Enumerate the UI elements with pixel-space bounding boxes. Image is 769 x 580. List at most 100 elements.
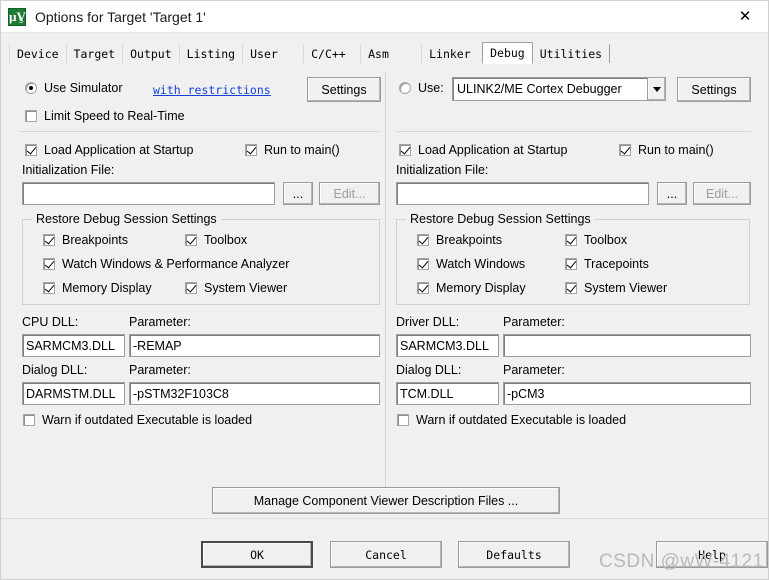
debugger-select[interactable]: ULINK2/ME Cortex Debugger [452, 77, 666, 101]
checkbox-indicator [43, 258, 55, 270]
restore-system-viewer-right[interactable]: System Viewer [565, 281, 667, 295]
restore-breakpoints-right[interactable]: Breakpoints [417, 233, 502, 247]
restore-toolbox-right[interactable]: Toolbox [565, 233, 627, 247]
restore-session-title-right: Restore Debug Session Settings [406, 212, 595, 226]
ok-button[interactable]: OK [201, 541, 313, 568]
restore-memory-display-right[interactable]: Memory Display [417, 281, 526, 295]
restore-item-label: Memory Display [436, 281, 526, 295]
run-to-main-checkbox-left[interactable]: Run to main() [245, 143, 340, 157]
dialog-dll-input-right[interactable]: TCM.DLL [396, 382, 499, 405]
dialog-dll-input-left[interactable]: DARMSTM.DLL [22, 382, 125, 405]
left-separator [19, 131, 379, 132]
tab-target[interactable]: Target [65, 44, 124, 63]
cpu-dll-label: CPU DLL: [22, 315, 79, 329]
checkbox-indicator [43, 234, 55, 246]
window-title: Options for Target 'Target 1' [35, 8, 206, 25]
restore-item-label: Toolbox [204, 233, 248, 247]
driver-dll-input[interactable]: SARMCM3.DLL [396, 334, 499, 357]
close-icon[interactable]: ✕ [722, 1, 768, 31]
restore-item-label: Memory Display [62, 281, 152, 295]
tab-c-cpp[interactable]: C/C++ [303, 44, 362, 63]
initialization-file-input-right[interactable] [396, 182, 649, 205]
driver-dll-label: Driver DLL: [396, 315, 460, 329]
checkbox-indicator [397, 414, 409, 426]
checkbox-indicator [25, 110, 37, 122]
restore-item-label: Breakpoints [62, 233, 129, 247]
tab-debug[interactable]: Debug [482, 42, 533, 64]
use-debugger-label: Use: [418, 81, 444, 95]
title-bar: µV 5 Options for Target 'Target 1' ✕ [1, 1, 768, 33]
defaults-button[interactable]: Defaults [458, 541, 570, 568]
restore-tracepoints-right[interactable]: Tracepoints [565, 257, 649, 271]
cancel-button[interactable]: Cancel [330, 541, 442, 568]
driver-parameter-label: Parameter: [503, 315, 565, 329]
initialization-file-label-right: Initialization File: [396, 163, 489, 177]
radio-indicator [399, 82, 411, 94]
dialog-parameter-label-left: Parameter: [129, 363, 191, 377]
load-application-checkbox-left[interactable]: Load Application at Startup [25, 143, 193, 157]
browse-button-right[interactable]: ... [657, 182, 687, 205]
run-to-main-checkbox-right[interactable]: Run to main() [619, 143, 714, 157]
tab-device[interactable]: Device [9, 44, 67, 63]
warn-outdated-checkbox-right[interactable]: Warn if outdated Executable is loaded [397, 413, 626, 427]
use-simulator-radio[interactable]: Use Simulator [25, 81, 123, 95]
load-application-checkbox-right[interactable]: Load Application at Startup [399, 143, 567, 157]
with-restrictions-link[interactable]: with restrictions [153, 83, 271, 97]
restore-toolbox-left[interactable]: Toolbox [185, 233, 247, 247]
cpu-dll-input[interactable]: SARMCM3.DLL [22, 334, 125, 357]
restore-item-label: Tracepoints [584, 257, 649, 271]
restore-system-viewer-left[interactable]: System Viewer [185, 281, 287, 295]
initialization-file-input-left[interactable] [22, 182, 275, 205]
checkbox-indicator [565, 258, 577, 270]
edit-button-right[interactable]: Edit... [693, 182, 751, 205]
browse-button-left[interactable]: ... [283, 182, 313, 205]
edit-button-left[interactable]: Edit... [319, 182, 380, 205]
limit-speed-checkbox[interactable]: Limit Speed to Real-Time [25, 109, 185, 123]
load-application-label: Load Application at Startup [44, 143, 194, 157]
chevron-down-icon[interactable] [647, 78, 665, 100]
simulator-settings-button[interactable]: Settings [307, 77, 381, 102]
tab-listing[interactable]: Listing [178, 44, 244, 63]
use-debugger-radio[interactable]: Use: [399, 81, 444, 95]
manage-component-viewer-button[interactable]: Manage Component Viewer Description File… [212, 487, 560, 514]
restore-session-group-right: Restore Debug Session Settings Breakpoin… [396, 212, 750, 305]
checkbox-indicator [25, 144, 37, 156]
dialog-dll-label-left: Dialog DLL: [22, 363, 88, 377]
dialog-parameter-input-left[interactable]: -pSTM32F103C8 [129, 382, 380, 405]
debugger-select-value: ULINK2/ME Cortex Debugger [457, 82, 622, 96]
dialog-parameter-input-right[interactable]: -pCM3 [503, 382, 751, 405]
checkbox-indicator [417, 234, 429, 246]
tab-asm[interactable]: Asm [360, 44, 423, 63]
restore-item-label: System Viewer [204, 281, 288, 295]
restore-breakpoints-left[interactable]: Breakpoints [43, 233, 128, 247]
cpu-parameter-input[interactable]: -REMAP [129, 334, 380, 357]
warn-outdated-checkbox-left[interactable]: Warn if outdated Executable is loaded [23, 413, 252, 427]
restore-watch-windows-left[interactable]: Watch Windows & Performance Analyzer [43, 257, 289, 271]
checkbox-indicator [565, 234, 577, 246]
right-separator [397, 131, 751, 132]
limit-speed-label: Limit Speed to Real-Time [44, 109, 185, 123]
checkbox-indicator [245, 144, 257, 156]
restore-item-label: Toolbox [584, 233, 628, 247]
tab-output[interactable]: Output [122, 44, 180, 63]
initialization-file-label-left: Initialization File: [22, 163, 115, 177]
load-application-label: Load Application at Startup [418, 143, 568, 157]
driver-parameter-input[interactable] [503, 334, 751, 357]
help-button[interactable]: Help [656, 541, 768, 568]
checkbox-indicator [417, 282, 429, 294]
checkbox-indicator [619, 144, 631, 156]
tab-utilities[interactable]: Utilities [531, 44, 611, 63]
tab-user[interactable]: User [242, 44, 305, 63]
debug-panel: Use Simulator with restrictions Settings… [1, 63, 768, 518]
cpu-parameter-label: Parameter: [129, 315, 191, 329]
uvision-icon: µV 5 [8, 7, 26, 26]
restore-memory-display-left[interactable]: Memory Display [43, 281, 152, 295]
panel-divider [385, 71, 386, 491]
restore-item-label: System Viewer [584, 281, 668, 295]
checkbox-indicator [399, 144, 411, 156]
debugger-settings-button[interactable]: Settings [677, 77, 751, 102]
tab-linker[interactable]: Linker [421, 44, 484, 63]
restore-watch-windows-right[interactable]: Watch Windows [417, 257, 525, 271]
radio-indicator [25, 82, 37, 94]
checkbox-indicator [43, 282, 55, 294]
